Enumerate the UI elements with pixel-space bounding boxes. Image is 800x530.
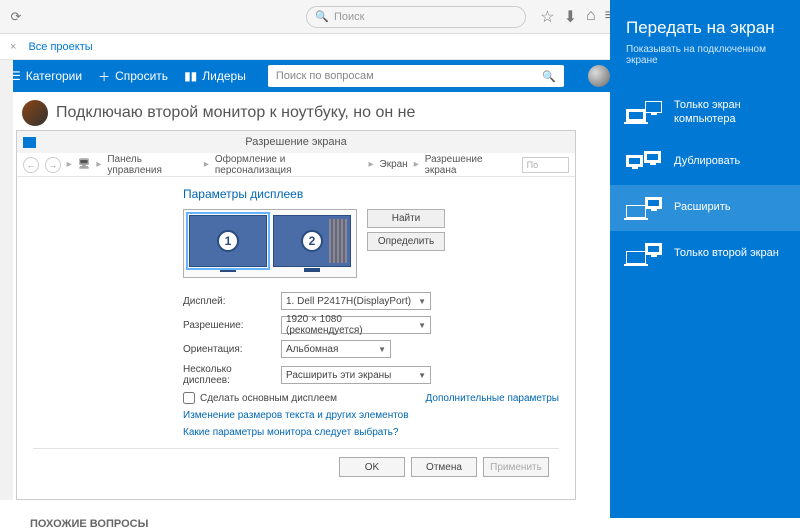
monitor-params-link[interactable]: Какие параметры монитора следует выбрать… [183,427,559,438]
close-tab-icon[interactable]: × [10,41,16,53]
window-search[interactable]: По [522,157,569,173]
plus-icon: ＋ [98,68,110,85]
monitor-layout[interactable]: 1 2 [183,209,357,278]
left-gutter [0,60,13,500]
window-icon [23,137,36,148]
avatar[interactable] [588,65,610,87]
multi-select[interactable]: Расширить эти экраны▼ [281,366,431,384]
bookmark-icon[interactable]: ☆ [540,7,554,27]
apply-button: Применить [483,457,549,477]
settings-window: Разрешение экрана ← → ▸ 🖥 ▸ Панель управ… [16,130,576,500]
search-icon: 🔍 [542,70,556,83]
monitor-2[interactable]: 2 [273,215,351,272]
window-title: Разрешение экрана [245,136,346,148]
browser-search[interactable]: 🔍 Поиск [306,6,526,28]
chart-icon: ▮▮ [184,69,197,83]
project-duplicate[interactable]: Дублировать [610,139,800,185]
project-panel: Передать на экран Показывать на подключе… [610,0,800,518]
chevron-down-icon: ▼ [378,345,386,354]
nav-leaders-label: Лидеры [202,69,246,83]
text-size-link[interactable]: Изменение размеров текста и других элеме… [183,410,559,421]
search-icon: 🔍 [315,10,329,23]
project-pc-only[interactable]: Только экран компьютера [610,86,800,139]
nav-leaders[interactable]: ▮▮ Лидеры [184,69,246,83]
multi-label: Несколько дисплеев: [183,364,281,386]
search-placeholder: Поиск [334,11,364,23]
crumb-0[interactable]: Панель управления [107,154,198,176]
display-select[interactable]: 1. Dell P2417H(DisplayPort)▼ [281,292,431,310]
make-main-label: Сделать основным дисплеем [200,393,337,404]
display-label: Дисплей: [183,296,281,307]
related-heading: ПОХОЖИЕ ВОПРОСЫ [30,518,800,530]
resolution-select[interactable]: 1920 × 1080 (рекомендуется)▼ [281,316,431,334]
pocket-icon[interactable]: ⬇ [564,7,577,27]
nav-categories[interactable]: ☰Категории [10,69,82,83]
folder-icon: 🖥 [78,159,91,170]
orientation-select[interactable]: Альбомная▼ [281,340,391,358]
ok-button[interactable]: OK [339,457,405,477]
find-button[interactable]: Найти [367,209,445,228]
reload-icon[interactable]: ⟳ [6,7,26,27]
cancel-button[interactable]: Отмена [411,457,477,477]
detect-button[interactable]: Определить [367,232,445,251]
nav-back-icon[interactable]: ← [23,157,39,173]
site-search-placeholder: Поиск по вопросам [276,70,374,82]
crumb-1[interactable]: Оформление и персонализация [215,154,363,176]
tab-all-projects[interactable]: Все проекты [28,41,92,53]
make-main-checkbox[interactable] [183,392,195,404]
project-second-only[interactable]: Только второй экран [610,231,800,277]
monitor-1[interactable]: 1 [189,215,267,272]
panel-subtitle: Показывать на подключенном экране [626,44,784,66]
site-search[interactable]: Поиск по вопросам 🔍 [268,65,564,87]
question-author-avatar [22,100,48,126]
chevron-down-icon: ▼ [418,321,426,330]
nav-ask-label: Спросить [115,69,168,83]
crumb-3[interactable]: Разрешение экрана [425,154,516,176]
chevron-down-icon: ▼ [418,371,426,380]
nav-forward-icon[interactable]: → [45,157,61,173]
nav-categories-label: Категории [26,69,82,83]
panel-title: Передать на экран [626,18,784,38]
window-titlebar: Разрешение экрана [17,131,575,153]
project-extend[interactable]: Расширить [610,185,800,231]
question-title: Подключаю второй монитор к ноутбуку, но … [56,104,415,122]
crumb-2[interactable]: Экран [380,159,408,170]
resolution-label: Разрешение: [183,320,281,331]
home-icon[interactable]: ⌂ [586,7,596,27]
chevron-down-icon: ▼ [418,297,426,306]
additional-link[interactable]: Дополнительные параметры [426,393,559,404]
orientation-label: Ориентация: [183,344,281,355]
nav-ask[interactable]: ＋ Спросить [98,68,168,85]
section-title: Параметры дисплеев [183,187,559,201]
